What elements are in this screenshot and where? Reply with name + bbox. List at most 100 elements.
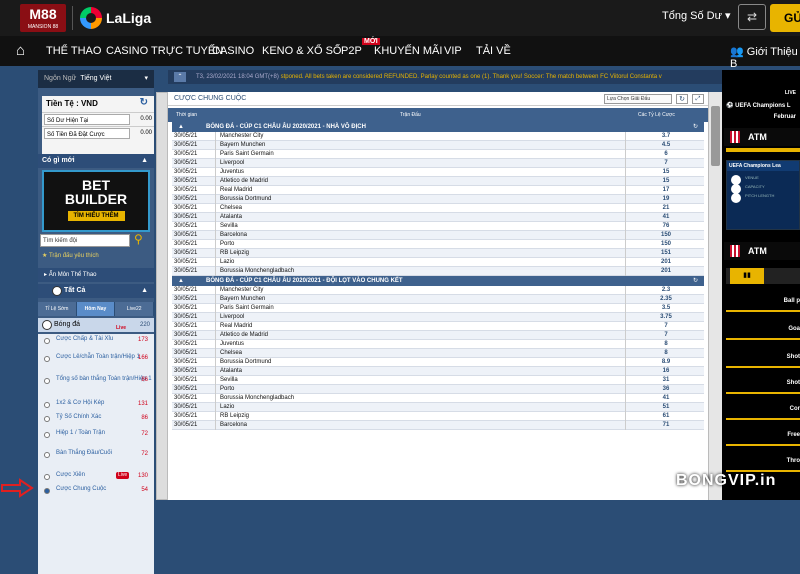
radio-icon[interactable] [44,432,50,438]
sport-soccer[interactable]: Bóng đá Live 220 [38,318,154,332]
radio-icon[interactable] [44,338,50,344]
odds-value[interactable]: 19 [628,195,704,204]
odds-value[interactable]: 3.75 [628,313,704,322]
odds-value[interactable]: 71 [628,421,704,430]
odds-value[interactable]: 201 [628,267,704,276]
odds-value[interactable]: 51 [628,403,704,412]
refresh-icon[interactable]: ↻ [693,276,698,286]
nav-p2p[interactable]: P2P [341,45,362,57]
odds-value[interactable]: 201 [628,258,704,267]
odds-value[interactable]: 7 [628,322,704,331]
odds-value[interactable]: 15 [628,168,704,177]
odds-value[interactable]: 17 [628,186,704,195]
nav-sports[interactable]: THỂ THAO [46,45,101,57]
odds-value[interactable]: 150 [628,240,704,249]
radio-icon[interactable] [44,416,50,422]
odds-value[interactable]: 15 [628,177,704,186]
tab-early[interactable]: Tỉ Lệ Sớm [38,302,77,316]
search-icon[interactable]: ⚲ [134,232,143,246]
odds-value[interactable]: 76 [628,222,704,231]
odds-value[interactable]: 150 [628,231,704,240]
odds-value[interactable]: 4.5 [628,141,704,150]
expand-icon[interactable]: ⌃ [174,72,186,82]
nav-promotions[interactable]: KHUYẾN MÃI [374,45,442,57]
odds-value[interactable]: 61 [628,412,704,421]
nav-casino[interactable]: CASINO [212,45,254,57]
radio-icon[interactable] [44,356,50,362]
m88-logo[interactable]: M88 MANSION 88 [20,4,66,32]
table-row: 30/05/21 Bayern Munchen 4.5 [172,141,704,150]
collapse-icon[interactable]: ⤢ [692,94,704,104]
home-icon[interactable]: ⌂ [16,42,25,59]
team-name: Porto [218,240,626,249]
tab-live22[interactable]: Live22 [115,302,155,316]
odds-value[interactable]: 7 [628,331,704,340]
list-item[interactable]: Bàn Thắng Đầu/Cuối 72 [38,450,154,458]
list-item[interactable]: Tỷ Số Chính Xác 86 [38,414,154,422]
favorites-link[interactable]: ★ Trận đấu yêu thích [42,252,99,259]
odds-value[interactable]: 7 [628,159,704,168]
radio-icon[interactable] [44,452,50,458]
learn-more-button[interactable]: TÌM HIỂU THÊM [67,211,125,221]
odds-value[interactable]: 8.9 [628,358,704,367]
bet-builder-banner[interactable]: BET BUILDER TÌM HIỂU THÊM [42,170,150,232]
total-balance[interactable]: Tổng Số Dư ▾ [662,9,731,22]
league-group-header[interactable]: ▲ BÓNG ĐÁ - CÚP C1 CHÂU ÂU 2020/2021 - NH… [172,122,704,132]
odds-value[interactable]: 41 [628,213,704,222]
list-item[interactable]: Cược Xiên Live 130 [38,472,154,480]
match-date: 30/05/21 [174,349,216,358]
stats-toggle[interactable]: ▮▮ [726,268,800,284]
odds-value[interactable]: 3.5 [628,304,704,313]
odds-value[interactable]: 8 [628,349,704,358]
transfer-icon[interactable]: ⇄ [738,4,766,30]
radio-icon[interactable] [44,488,50,494]
nav-keno-lottery[interactable]: KENO & XỔ SỐ [262,45,341,57]
odds-value[interactable]: 6 [628,150,704,159]
radio-icon[interactable] [44,378,50,384]
laliga-logo[interactable]: LaLiga [80,6,151,30]
refresh-icon[interactable]: ↻ [693,122,698,132]
refresh-icon[interactable]: ↻ [676,94,688,104]
whats-new-header[interactable]: Có gì mới ▲ [38,154,154,168]
list-item[interactable]: Cược Chấp & Tài Xỉu 173 [38,336,154,344]
list-item[interactable]: Tổng số bàn thắng Toàn trận/Hiệp 1 86 [38,376,154,384]
list-item[interactable]: Hiệp 1 / Toàn Trận 72 [38,430,154,438]
refresh-icon[interactable]: ↻ [140,97,148,108]
deposit-button[interactable]: GỬI [770,4,800,32]
sidebar-scrollbar[interactable] [156,92,168,500]
odds-value[interactable]: 2.3 [628,286,704,295]
nav-referral[interactable]: 👥 Giới Thiệu B [730,45,800,70]
radio-icon[interactable] [44,474,50,480]
radio-icon[interactable] [44,402,50,408]
main-scrollbar[interactable] [708,92,722,500]
team-name: RB Leipzig [218,412,626,421]
list-item[interactable]: 1x2 & Cơ Hội Kép 131 [38,400,154,408]
odds-value[interactable]: 41 [628,394,704,403]
nav-vip[interactable]: VIP [444,45,462,57]
odds-value[interactable]: 16 [628,367,704,376]
scroll-thumb[interactable] [711,106,720,166]
list-item[interactable]: Cược Chung Cuộc 54 [38,486,154,494]
collapse-arrow-icon[interactable]: ▲ [178,122,184,132]
stat-bar [726,338,800,340]
all-sports-header[interactable]: Tất Cả ▲ [38,284,154,298]
stat-bar [726,444,800,446]
nav-download[interactable]: TẢI VỀ [476,45,511,57]
table-row: 30/05/21 Manchester City 3.7 [172,132,704,141]
odds-value[interactable]: 2.35 [628,295,704,304]
odds-value[interactable]: 151 [628,249,704,258]
odds-value[interactable]: 31 [628,376,704,385]
odds-value[interactable]: 36 [628,385,704,394]
nav-live-casino[interactable]: CASINO TRỰC TUYẾN [106,45,223,57]
odds-value[interactable]: 8 [628,340,704,349]
league-group-header[interactable]: ▲ BÓNG ĐÁ - CÚP C1 CHÂU ÂU 2020/2021 - ĐỘ… [172,276,704,286]
odds-value[interactable]: 21 [628,204,704,213]
league-select[interactable]: Lựa Chọn Giải Đấu [604,94,672,104]
collapse-arrow-icon[interactable]: ▲ [178,276,184,286]
language-select[interactable]: Ngôn Ngữ Tiếng Việt ▾ [38,70,154,88]
list-item[interactable]: Cược Lẻ/chẵn Toàn trận/Hiệp 1 166 [38,354,154,362]
tab-today[interactable]: Hôm Nay [76,302,116,316]
odds-value[interactable]: 3.7 [628,132,704,141]
hide-sports-toggle[interactable]: ▸ Ẩn Môn Thể Thao [38,268,154,282]
team-search-input[interactable]: Tìm kiếm đội [40,234,130,247]
